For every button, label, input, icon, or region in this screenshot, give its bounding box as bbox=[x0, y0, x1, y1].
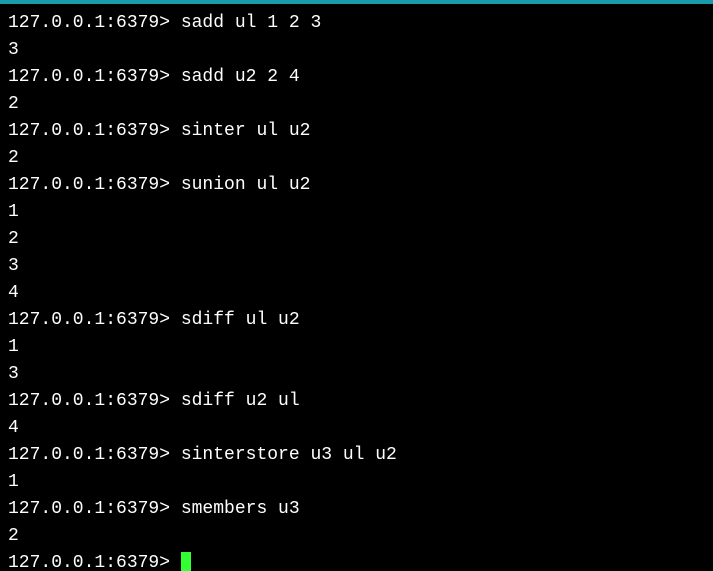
prompt: 127.0.0.1:6379> bbox=[8, 553, 181, 571]
command-text: sadd u2 2 4 bbox=[181, 67, 300, 87]
command-text: sinterstore u3 ul u2 bbox=[181, 445, 397, 465]
terminal-output-line: 4 bbox=[8, 280, 705, 307]
terminal-output-line: 3 bbox=[8, 253, 705, 280]
output-text: 1 bbox=[8, 337, 19, 357]
output-text: 2 bbox=[8, 526, 19, 546]
terminal-command-line: 127.0.0.1:6379> sadd ul 1 2 3 bbox=[8, 10, 705, 37]
terminal-command-line: 127.0.0.1:6379> sadd u2 2 4 bbox=[8, 64, 705, 91]
terminal-window[interactable]: 127.0.0.1:6379> sadd ul 1 2 3 3 127.0.0.1:… bbox=[0, 4, 713, 571]
output-text: 1 bbox=[8, 472, 19, 492]
output-text: 3 bbox=[8, 364, 19, 384]
output-text: 1 bbox=[8, 202, 19, 222]
command-text: sdiff ul u2 bbox=[181, 310, 300, 330]
terminal-output-line: 1 bbox=[8, 469, 705, 496]
output-text: 2 bbox=[8, 94, 19, 114]
prompt: 127.0.0.1:6379> bbox=[8, 445, 181, 465]
output-text: 4 bbox=[8, 418, 19, 438]
output-text: 3 bbox=[8, 256, 19, 276]
terminal-output-line: 2 bbox=[8, 226, 705, 253]
prompt: 127.0.0.1:6379> bbox=[8, 391, 181, 411]
output-text: 2 bbox=[8, 148, 19, 168]
prompt: 127.0.0.1:6379> bbox=[8, 67, 181, 87]
prompt: 127.0.0.1:6379> bbox=[8, 175, 181, 195]
terminal-output-line: 2 bbox=[8, 145, 705, 172]
command-text: smembers u3 bbox=[181, 499, 300, 519]
cursor bbox=[181, 552, 191, 571]
terminal-command-line: 127.0.0.1:6379> sdiff u2 ul bbox=[8, 388, 705, 415]
terminal-output-line: 1 bbox=[8, 334, 705, 361]
terminal-output-line: 4 bbox=[8, 415, 705, 442]
command-text: sadd ul 1 2 3 bbox=[181, 13, 321, 33]
terminal-output-line: 3 bbox=[8, 361, 705, 388]
output-text: 4 bbox=[8, 283, 19, 303]
terminal-command-line: 127.0.0.1:6379> sdiff ul u2 bbox=[8, 307, 705, 334]
terminal-command-line: 127.0.0.1:6379> smembers u3 bbox=[8, 496, 705, 523]
terminal-command-line: 127.0.0.1:6379> sinterstore u3 ul u2 bbox=[8, 442, 705, 469]
terminal-output-line: 2 bbox=[8, 523, 705, 550]
prompt: 127.0.0.1:6379> bbox=[8, 499, 181, 519]
command-text: sunion ul u2 bbox=[181, 175, 311, 195]
terminal-output-line: 1 bbox=[8, 199, 705, 226]
output-text: 3 bbox=[8, 40, 19, 60]
prompt: 127.0.0.1:6379> bbox=[8, 13, 181, 33]
terminal-command-line: 127.0.0.1:6379> bbox=[8, 550, 705, 571]
terminal-command-line: 127.0.0.1:6379> sinter ul u2 bbox=[8, 118, 705, 145]
command-text: sdiff u2 ul bbox=[181, 391, 300, 411]
output-text: 2 bbox=[8, 229, 19, 249]
prompt: 127.0.0.1:6379> bbox=[8, 310, 181, 330]
terminal-output-line: 2 bbox=[8, 91, 705, 118]
command-text: sinter ul u2 bbox=[181, 121, 311, 141]
prompt: 127.0.0.1:6379> bbox=[8, 121, 181, 141]
terminal-command-line: 127.0.0.1:6379> sunion ul u2 bbox=[8, 172, 705, 199]
terminal-output-line: 3 bbox=[8, 37, 705, 64]
